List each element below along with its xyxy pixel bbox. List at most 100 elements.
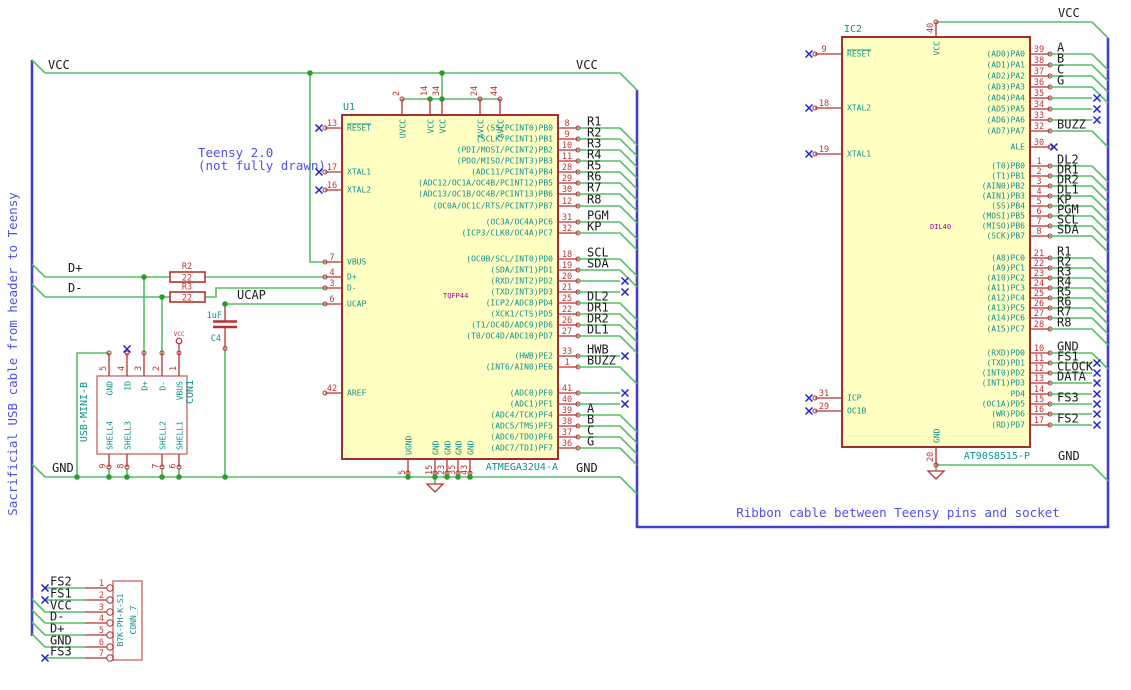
c4-plates[interactable] <box>213 320 237 329</box>
ic2-reference[interactable]: IC2 <box>844 24 862 35</box>
net-label-G[interactable]: G <box>587 435 594 449</box>
pin-number: 31 <box>819 389 829 399</box>
con1-reference[interactable]: CON1 <box>185 380 196 404</box>
conn7-component[interactable]: B7K-PH-K-S1 CONN_7 1FS22FS13VCC4D-5D+6GN… <box>40 575 143 663</box>
junction-dot <box>439 70 445 76</box>
pin-number: 22 <box>1034 259 1044 269</box>
no-connect-marker <box>620 276 630 286</box>
pin-number: 14 <box>420 86 430 96</box>
pin-number: 26 <box>1034 299 1044 309</box>
u1-package[interactable]: TQFP44 <box>443 292 468 300</box>
net-label-R8[interactable]: R8 <box>587 193 601 207</box>
pin-number: 8 <box>117 463 127 468</box>
pin-number: 37 <box>562 428 572 438</box>
gnd-symbol-ic2[interactable] <box>926 470 946 480</box>
conn7-value[interactable]: B7K-PH-K-S1 <box>116 593 125 646</box>
net-label-dplus[interactable]: D+ <box>68 261 82 275</box>
net-label-dminus[interactable]: D- <box>68 281 82 295</box>
ic2-package[interactable]: DIL40 <box>930 223 951 231</box>
c4-value[interactable]: 1uF <box>207 311 222 321</box>
net-label-SDA[interactable]: SDA <box>1057 223 1079 237</box>
pin-number: 2 <box>1036 167 1041 177</box>
con1-component[interactable]: USB-MINI-B CON1 5 GND 4 ID 3 D+ 2 D- 1 VBUS 9 SHELL… <box>79 344 196 470</box>
bus-entry <box>1091 215 1109 233</box>
net-label-FS2[interactable]: FS2 <box>1057 412 1079 426</box>
net-label-BUZZ[interactable]: BUZZ <box>587 354 616 368</box>
pin-name: (A8)PC0 <box>991 254 1025 263</box>
conn7-reference[interactable]: CONN_7 <box>129 605 138 634</box>
r3-resistor[interactable]: R3 22 <box>169 283 206 304</box>
junction-dot <box>455 474 461 480</box>
net-label-ic2-vcc[interactable]: VCC <box>1058 6 1080 20</box>
pin-number: 1 <box>1036 157 1041 167</box>
pin-number: 32 <box>562 224 572 234</box>
u1-value[interactable]: ATMEGA32U4-A <box>486 462 558 473</box>
con1-value[interactable]: USB-MINI-B <box>79 382 90 442</box>
c4-reference[interactable]: C4 <box>211 334 221 344</box>
net-label-gnd-right[interactable]: GND <box>576 461 598 475</box>
pin-name: (T1/OC4D/ADC9)PD6 <box>471 321 553 330</box>
net-label-ic2-gnd[interactable]: GND <box>1058 449 1080 463</box>
net-label-gnd-left[interactable]: GND <box>52 461 74 475</box>
usb-cable-caption[interactable]: Sacrificial USB cable from header to Tee… <box>5 192 20 516</box>
pin-number: 44 <box>490 86 500 96</box>
pin-name: (A13)PC5 <box>986 304 1025 313</box>
pin-name: (OC0A/OC1C/RTS/PCINT7)PB7 <box>433 202 554 211</box>
no-connect-marker <box>804 406 814 416</box>
net-label-vcc-left[interactable]: VCC <box>48 58 70 72</box>
pin-name: RESET <box>847 50 871 59</box>
net-label-BUZZ[interactable]: BUZZ <box>1057 118 1086 132</box>
pin-name: (A11)PC3 <box>986 284 1025 293</box>
notes[interactable]: Teensy 2.0 (not fully drawn) <box>198 145 326 173</box>
junction-dot <box>141 274 147 280</box>
pin-name: GND <box>432 440 441 455</box>
r3-reference[interactable]: R3 <box>182 283 192 293</box>
ic2-component[interactable]: IC2 AT90S8515-P DIL40 9 RESET18 XTAL219 XTA… <box>804 19 1109 468</box>
net-label-ucap[interactable]: UCAP <box>237 288 266 302</box>
junction-dot <box>307 70 313 76</box>
c4-capacitor[interactable]: 1uF C4 <box>207 304 237 351</box>
no-connect-marker <box>314 123 324 133</box>
net-label-SDA[interactable]: SDA <box>587 257 609 271</box>
gnd-symbol-u1[interactable] <box>425 483 445 493</box>
pin-name: (AD7)PA7 <box>986 127 1025 136</box>
usb-cable-bus[interactable]: Sacrificial USB cable from header to Tee… <box>5 60 34 636</box>
r3-value[interactable]: 22 <box>182 294 192 304</box>
pin-number: 3 <box>99 603 104 613</box>
vcc-power-symbol[interactable]: VCC <box>174 331 185 353</box>
r2-resistor[interactable]: R2 22 <box>169 262 206 284</box>
pin-number: 3 <box>1036 177 1041 187</box>
net-label-FS3[interactable]: FS3 <box>1057 391 1079 405</box>
net-label-KP[interactable]: KP <box>587 220 601 234</box>
pin-name: (AD3)PA3 <box>986 83 1025 92</box>
u1-reference[interactable]: U1 <box>343 102 355 113</box>
pin-name: (AD2)PA2 <box>986 72 1025 81</box>
net-label-DL1[interactable]: DL1 <box>587 323 609 337</box>
pin-name: (OC3A/OC4A)PC6 <box>486 218 554 227</box>
ic2-gnd-wire[interactable] <box>935 464 1092 471</box>
ribbon-cable-caption[interactable]: Ribbon cable between Teensy pins and soc… <box>736 505 1060 520</box>
net-label-R8[interactable]: R8 <box>1057 316 1071 330</box>
pin-name: GND <box>444 440 453 455</box>
net-label-FS3[interactable]: FS3 <box>50 645 72 659</box>
pin-number: 15 <box>1034 395 1044 405</box>
pin-name: ICP <box>847 394 862 403</box>
bus-entry <box>1091 175 1109 193</box>
r2-reference[interactable]: R2 <box>182 262 192 272</box>
pin-number: 35 <box>1034 89 1044 99</box>
pin-name: ALE <box>1011 143 1026 152</box>
pin-name: (AD1)PA1 <box>986 61 1025 70</box>
ic2-value[interactable]: AT90S8515-P <box>964 451 1030 462</box>
pin-number: 25 <box>1034 289 1044 299</box>
net-label-DATA[interactable]: DATA <box>1057 370 1087 384</box>
net-label-vcc-right[interactable]: VCC <box>576 58 598 72</box>
net-label-G[interactable]: G <box>1057 74 1064 88</box>
u1-vcc-top-wire[interactable] <box>402 73 500 100</box>
pin-number: 2 <box>152 366 162 371</box>
pin-number: 24 <box>470 86 480 96</box>
teensy-note-line2[interactable]: (not fully drawn) <box>198 158 326 173</box>
u1-component[interactable]: U1 ATMEGA32U4-A TQFP44 13 RESET17 XTAL116 X… <box>314 86 638 476</box>
junction-dot <box>159 474 165 480</box>
pin-name: (TXD/INT3)PD3 <box>490 288 553 297</box>
pin-name: D+ <box>347 273 357 282</box>
